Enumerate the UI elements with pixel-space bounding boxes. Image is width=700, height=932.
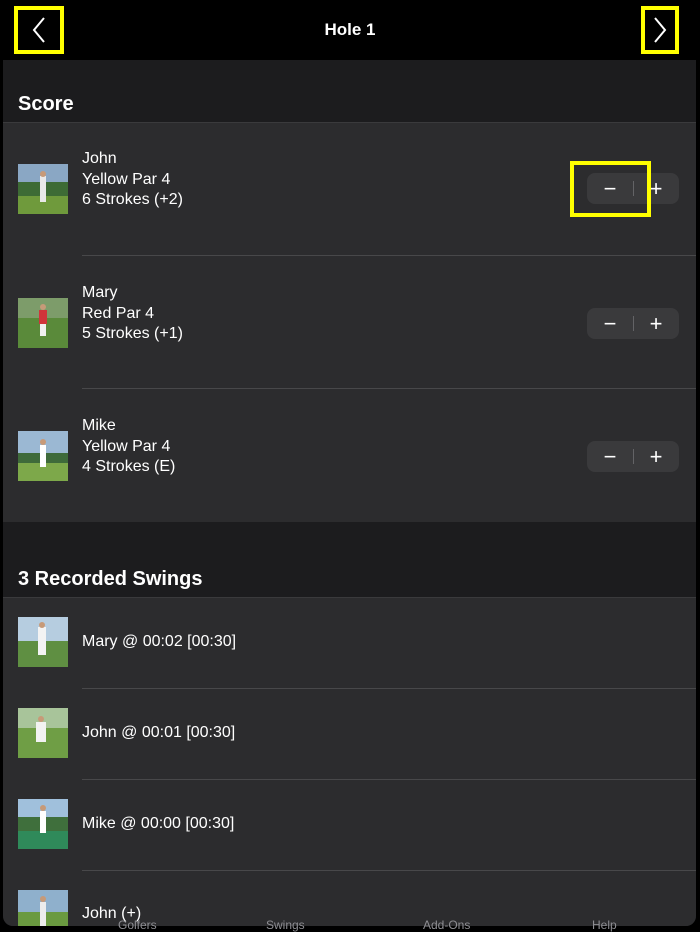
swing-thumbnail bbox=[18, 890, 68, 926]
decrement-button[interactable]: − bbox=[587, 441, 633, 472]
swing-row[interactable]: Mary @ 00:02 [00:30] bbox=[3, 598, 696, 689]
golfer-strokes: 4 Strokes (E) bbox=[82, 458, 176, 475]
golfer-name: Mary bbox=[82, 284, 118, 301]
tab-help[interactable]: Help bbox=[592, 918, 617, 932]
golfer-thumbnail-john bbox=[18, 164, 68, 214]
swing-thumbnail bbox=[18, 708, 68, 758]
score-row-mary: Mary Red Par 4 5 Strokes (+1) − + bbox=[3, 256, 696, 389]
golfer-name: Mike bbox=[82, 417, 116, 434]
score-section-title: Score bbox=[18, 93, 74, 115]
swing-thumbnail bbox=[18, 617, 68, 667]
score-row-mike: Mike Yellow Par 4 4 Strokes (E) − + bbox=[3, 389, 696, 522]
tab-swings[interactable]: Swings bbox=[266, 918, 305, 932]
decrement-button[interactable]: − bbox=[587, 308, 633, 339]
strokes-stepper-mary[interactable]: − + bbox=[587, 308, 679, 339]
swings-section-header: 3 Recorded Swings bbox=[3, 522, 696, 598]
swings-section-title: 3 Recorded Swings bbox=[18, 568, 203, 590]
golfer-tee: Red Par 4 bbox=[82, 304, 155, 322]
navigation-bar: Hole 1 bbox=[0, 0, 700, 60]
score-section-header: Score bbox=[3, 60, 696, 123]
golfer-thumbnail-mary bbox=[18, 298, 68, 348]
golfer-tee: Yellow Par 4 bbox=[82, 170, 171, 188]
golfer-strokes: 5 Strokes (+1) bbox=[82, 325, 183, 342]
highlight-box bbox=[570, 161, 651, 217]
page-title: Hole 1 bbox=[324, 20, 376, 39]
golfer-thumbnail-mike bbox=[18, 431, 68, 481]
swing-row[interactable]: John @ 00:01 [00:30] bbox=[3, 689, 696, 780]
swing-row[interactable]: Mike @ 00:00 [00:30] bbox=[3, 780, 696, 871]
chevron-right-icon bbox=[654, 17, 667, 43]
golfer-name: John bbox=[82, 150, 117, 167]
swing-label: Mary @ 00:02 [00:30] bbox=[82, 633, 237, 650]
increment-button[interactable]: + bbox=[633, 441, 679, 472]
swing-label: John @ 00:01 [00:30] bbox=[82, 724, 236, 741]
tab-add-ons[interactable]: Add-Ons bbox=[423, 918, 470, 932]
swing-thumbnail bbox=[18, 799, 68, 849]
golfer-tee: Yellow Par 4 bbox=[82, 437, 171, 455]
next-hole-button[interactable] bbox=[641, 6, 679, 54]
strokes-stepper-mike[interactable]: − + bbox=[587, 441, 679, 472]
increment-button[interactable]: + bbox=[633, 308, 679, 339]
tab-golfers[interactable]: Golfers bbox=[118, 918, 157, 932]
swing-label: Mike @ 00:00 [00:30] bbox=[82, 815, 235, 832]
golfer-strokes: 6 Strokes (+2) bbox=[82, 191, 183, 208]
